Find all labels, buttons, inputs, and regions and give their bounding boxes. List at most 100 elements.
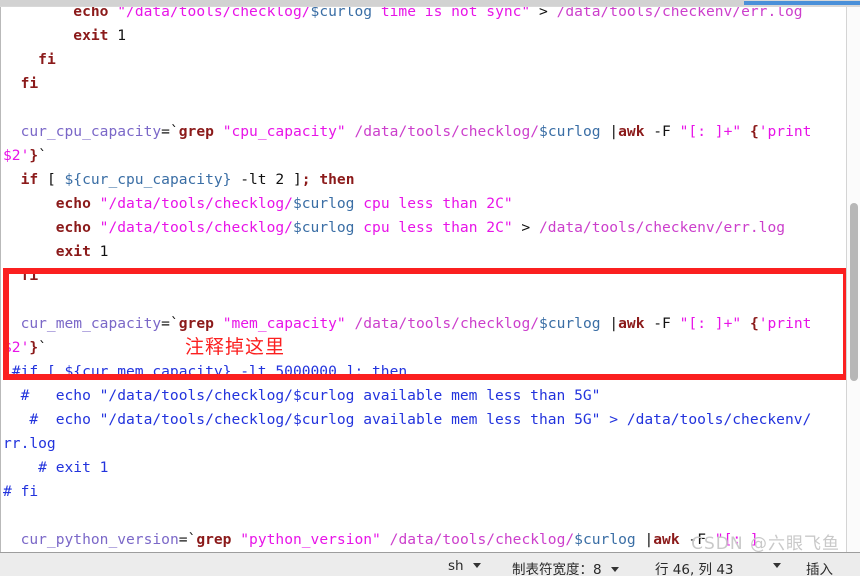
- insert-mode[interactable]: 插入: [806, 558, 833, 578]
- code-line[interactable]: cur_mem_capacity=`grep "mem_capacity" /d…: [1, 312, 847, 336]
- code-token: 1: [90, 243, 109, 260]
- code-token: =`: [161, 123, 179, 140]
- code-line[interactable]: echo "/data/tools/checklog/$curlog time …: [1, 7, 847, 24]
- code-line[interactable]: $2'}`: [1, 336, 847, 360]
- code-token: echo: [73, 7, 109, 20]
- code-line[interactable]: fi: [1, 264, 847, 288]
- code-line[interactable]: [1, 504, 847, 528]
- code-token: # exit 1: [3, 459, 109, 476]
- code-token: echo: [55, 195, 91, 212]
- code-line[interactable]: echo "/data/tools/checklog/$curlog cpu l…: [1, 192, 847, 216]
- code-editor[interactable]: echo "/data/tools/checklog/$curlog time …: [0, 7, 860, 553]
- code-token: grep: [178, 315, 214, 332]
- code-token: /data/tools/checklog/: [389, 531, 575, 548]
- code-token: ${cur_cpu_capacity}: [64, 171, 232, 188]
- code-line[interactable]: echo "/data/tools/checklog/$curlog cpu l…: [1, 216, 847, 240]
- code-token: $2': [3, 339, 30, 356]
- code-token: 1: [108, 27, 127, 44]
- code-token: >: [530, 7, 557, 20]
- code-token: # echo "/data/tools/checklog/$curlog ava…: [3, 411, 812, 428]
- language-selector[interactable]: sh: [448, 558, 481, 574]
- chevron-down-icon: [773, 563, 781, 568]
- code-line[interactable]: # echo "/data/tools/checklog/$curlog ava…: [1, 384, 847, 408]
- code-line[interactable]: [1, 96, 847, 120]
- code-token: echo: [55, 219, 91, 236]
- vertical-scrollbar[interactable]: [846, 7, 860, 553]
- code-token: -F: [644, 123, 680, 140]
- code-token: $curlog: [574, 531, 636, 548]
- code-token: exit: [73, 27, 109, 44]
- code-token: # echo "/data/tools/checklog/$curlog ava…: [3, 387, 601, 404]
- code-token: /data/tools/checklog/: [354, 315, 540, 332]
- code-line[interactable]: [1, 288, 847, 312]
- code-line[interactable]: # fi: [1, 480, 847, 504]
- code-token: }: [29, 339, 39, 356]
- status-extra-menu[interactable]: [768, 558, 781, 574]
- code-token: |: [600, 315, 619, 332]
- code-token: |: [600, 123, 619, 140]
- code-token: }: [29, 147, 39, 164]
- code-token: /data/tools/checkenv/err.log: [539, 219, 786, 236]
- code-token: $2': [3, 147, 30, 164]
- tab-width-selector[interactable]: 制表符宽度：8: [512, 558, 619, 578]
- horizontal-scrollbar-track[interactable]: [0, 0, 744, 6]
- code-line[interactable]: fi: [1, 72, 847, 96]
- code-line[interactable]: fi: [1, 48, 847, 72]
- code-token: >: [512, 219, 539, 236]
- code-token: cpu less than 2C": [354, 195, 513, 212]
- code-text[interactable]: echo "/data/tools/checklog/$curlog time …: [1, 7, 847, 553]
- code-token: $curlog: [539, 315, 601, 332]
- code-line[interactable]: # echo "/data/tools/checklog/$curlog ava…: [1, 408, 847, 432]
- code-token: $curlog: [539, 123, 601, 140]
- code-token: /data/tools/checklog/: [354, 123, 540, 140]
- code-token: `: [38, 147, 47, 164]
- code-token: -F: [644, 315, 680, 332]
- code-token: grep: [178, 123, 214, 140]
- code-token: exit: [55, 243, 91, 260]
- code-line[interactable]: exit 1: [1, 240, 847, 264]
- code-token: awk: [653, 531, 680, 548]
- code-line[interactable]: if [ ${cur_cpu_capacity} -lt 2 ]; then: [1, 168, 847, 192]
- code-token: "[: ]+": [679, 315, 742, 332]
- code-line[interactable]: cur_cpu_capacity=`grep "cpu_capacity" /d…: [1, 120, 847, 144]
- cursor-position: 行 46, 列 43: [655, 558, 734, 578]
- vertical-scrollbar-thumb[interactable]: [850, 203, 858, 381]
- code-token: cur_mem_capacity: [20, 315, 162, 332]
- chevron-down-icon: [610, 567, 619, 572]
- code-token: =`: [178, 531, 197, 548]
- code-token: $curlog: [292, 219, 355, 236]
- code-line[interactable]: # exit 1: [1, 456, 847, 480]
- code-line[interactable]: #if [ ${cur_mem_capacity} -lt 5000000 ];…: [1, 360, 847, 384]
- code-line[interactable]: $2'}`: [1, 144, 847, 168]
- code-token: fi: [20, 267, 39, 284]
- horizontal-scrollbar-thumb[interactable]: [744, 1, 860, 5]
- code-token: grep: [196, 531, 232, 548]
- code-token: cur_python_version: [20, 531, 179, 548]
- code-token: /data/tools/checkenv/err.log: [556, 7, 803, 20]
- code-token: # fi: [3, 483, 39, 500]
- editor-window: echo "/data/tools/checklog/$curlog time …: [0, 0, 860, 578]
- code-token: -lt 2 ]: [231, 171, 302, 188]
- code-line[interactable]: rr.log: [1, 432, 847, 456]
- code-token: rr.log: [3, 435, 56, 452]
- code-token: cpu less than 2C": [354, 219, 513, 236]
- chevron-down-icon: [472, 563, 481, 568]
- code-line[interactable]: exit 1: [1, 24, 847, 48]
- code-token: awk: [618, 315, 645, 332]
- code-token: 'print: [758, 315, 812, 332]
- annotation-label: 注释掉这里: [185, 336, 286, 358]
- code-token: "/data/tools/checklog/: [99, 219, 293, 236]
